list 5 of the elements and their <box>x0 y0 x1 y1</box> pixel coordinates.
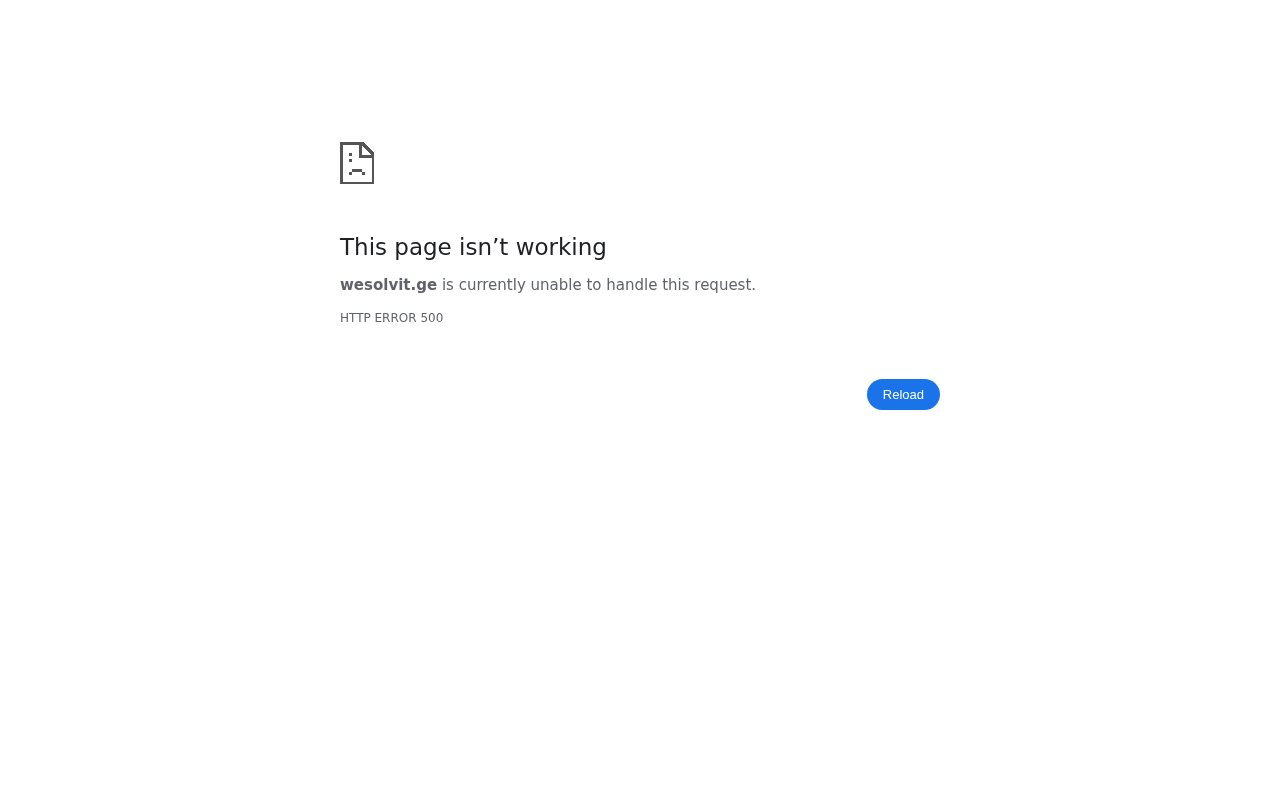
error-message: wesolvit.ge is currently unable to handle this request. <box>340 275 758 295</box>
sad-page-icon <box>340 142 374 184</box>
error-title: This page isn’t working <box>340 233 608 262</box>
error-code: HTTP ERROR 500 <box>340 311 445 325</box>
reload-button[interactable]: Reload <box>866 379 940 410</box>
